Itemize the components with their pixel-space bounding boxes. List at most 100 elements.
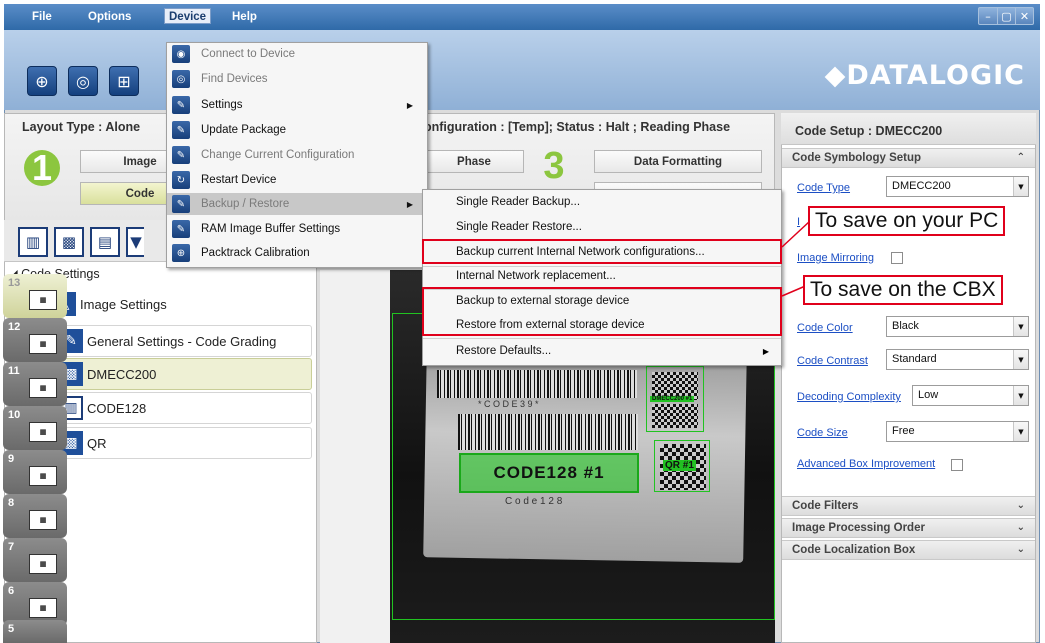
section-label: Code Localization Box bbox=[792, 544, 916, 556]
data-formatting-button[interactable]: Data Formatting bbox=[594, 150, 762, 173]
select-value: DMECC200 bbox=[892, 180, 951, 192]
code-filters-section[interactable]: Code Filters ⌄ bbox=[782, 496, 1035, 516]
menu-item-settings[interactable]: ✎ Settings ▶ bbox=[167, 94, 427, 116]
thumbnail-icon: ▦ bbox=[29, 598, 57, 618]
code-color-link[interactable]: Code Color bbox=[797, 322, 853, 334]
code-size-link[interactable]: Code Size bbox=[797, 427, 848, 439]
menu-item-update-package[interactable]: ✎ Update Package bbox=[167, 119, 427, 141]
menu-file[interactable]: File bbox=[28, 9, 56, 25]
menu-item-connect-to-device[interactable]: ◉ Connect to Device bbox=[167, 43, 427, 65]
connect-icon: ◉ bbox=[172, 45, 190, 63]
chevron-down-icon: ⌄ bbox=[1016, 522, 1025, 533]
menu-item-label: RAM Image Buffer Settings bbox=[201, 223, 341, 235]
frame-thumbnail[interactable]: 12 ▦ bbox=[3, 318, 67, 362]
datalogic-logo: ◆DATALOGIC bbox=[824, 60, 1025, 91]
code-localization-box-section[interactable]: Code Localization Box ⌄ bbox=[782, 540, 1035, 560]
code128-result-box: CODE128 #1 bbox=[459, 453, 639, 493]
menu-item-change-configuration[interactable]: ✎ Change Current Configuration bbox=[167, 144, 427, 166]
dmecc-result-tag: DMECC200 #1 bbox=[650, 396, 695, 402]
tree-item-label: DMECC200 bbox=[87, 366, 157, 382]
phase-step-button[interactable]: Phase bbox=[424, 150, 524, 173]
tree-item-label: CODE128 bbox=[87, 400, 147, 416]
section-label: Code Symbology Setup bbox=[792, 152, 922, 164]
menu-options[interactable]: Options bbox=[84, 9, 135, 25]
menu-separator bbox=[423, 338, 781, 339]
frame-thumbnail[interactable]: 13 ▦ bbox=[3, 274, 67, 318]
menu-item-label: Find Devices bbox=[201, 73, 268, 85]
menu-item-single-reader-backup[interactable]: Single Reader Backup... bbox=[423, 192, 781, 214]
find-devices-icon: ◎ bbox=[172, 70, 190, 88]
network-icon[interactable]: ⊞ bbox=[109, 66, 139, 96]
tree-item-label: General Settings - Code Grading bbox=[87, 333, 277, 349]
menu-help[interactable]: Help bbox=[228, 9, 261, 25]
menu-item-label: Change Current Configuration bbox=[201, 149, 355, 161]
connect-icon[interactable]: ⊕ bbox=[27, 66, 57, 96]
tree-item-general-settings[interactable]: ✎ General Settings - Code Grading bbox=[56, 325, 312, 357]
restart-icon: ↻ bbox=[172, 171, 190, 189]
frame-thumbnail[interactable]: 8 ▦ bbox=[3, 494, 67, 538]
frame-number: 11 bbox=[8, 365, 20, 377]
frame-thumbnail[interactable]: 5 bbox=[3, 620, 67, 643]
datamatrix-code bbox=[652, 404, 698, 428]
wrench-icon: ✎ bbox=[172, 96, 190, 114]
menu-item-ram-image-buffer[interactable]: ✎ RAM Image Buffer Settings bbox=[167, 218, 427, 240]
barcode-icon[interactable]: ▥ bbox=[18, 227, 48, 257]
layout-type-label: Layout Type : Alone bbox=[22, 120, 141, 134]
menu-device[interactable]: Device bbox=[164, 8, 212, 24]
menu-item-label: Restart Device bbox=[201, 174, 277, 186]
step-3-badge: 3 bbox=[543, 144, 565, 187]
submenu-arrow-icon: ▶ bbox=[762, 347, 769, 356]
tree-item-image-settings[interactable]: ◭ Image Settings bbox=[50, 288, 312, 320]
minimize-icon[interactable]: – bbox=[979, 8, 997, 24]
decoding-complexity-select[interactable]: Low ▼ bbox=[912, 385, 1029, 406]
code-symbology-section[interactable]: Code Symbology Setup ⌃ bbox=[782, 148, 1035, 168]
frame-thumbnail[interactable]: 7 ▦ bbox=[3, 538, 67, 582]
thumbnail-icon: ▦ bbox=[29, 290, 57, 310]
advanced-box-link[interactable]: Advanced Box Improvement bbox=[797, 458, 935, 470]
menubar: File Options Device Help – ▢ ✕ bbox=[4, 4, 1040, 30]
thumbnail-icon: ▦ bbox=[29, 334, 57, 354]
close-icon[interactable]: ✕ bbox=[1015, 8, 1033, 24]
menu-item-packtrack-calibration[interactable]: ⊕ Packtrack Calibration bbox=[167, 242, 427, 264]
image-processing-order-section[interactable]: Image Processing Order ⌄ bbox=[782, 518, 1035, 538]
menu-item-find-devices[interactable]: ◎ Find Devices bbox=[167, 68, 427, 90]
menu-item-label: Backup / Restore bbox=[201, 198, 290, 210]
callout-save-on-pc: To save on your PC bbox=[808, 206, 1006, 236]
filter-icon[interactable]: ▼ bbox=[126, 227, 144, 257]
select-value: Low bbox=[918, 389, 939, 401]
decoding-complexity-link[interactable]: Decoding Complexity bbox=[797, 391, 901, 403]
frame-number: 12 bbox=[8, 321, 21, 333]
image-mirroring-checkbox[interactable] bbox=[891, 252, 903, 264]
menu-item-restore-defaults[interactable]: Restore Defaults... bbox=[423, 341, 781, 363]
tree-item-qr[interactable]: ▩ QR bbox=[56, 427, 312, 459]
code-contrast-link[interactable]: Code Contrast bbox=[797, 355, 868, 367]
code-type-select[interactable]: DMECC200 ▼ bbox=[886, 176, 1029, 197]
menu-item-backup-restore[interactable]: ✎ Backup / Restore ▶ bbox=[167, 193, 427, 215]
datamatrix-icon[interactable]: ▩ bbox=[54, 227, 84, 257]
tree-item-code128[interactable]: ▥ CODE128 bbox=[56, 392, 312, 424]
config-status-label: onfiguration : [Temp]; Status : Halt ; R… bbox=[424, 120, 731, 134]
code-size-select[interactable]: Free ▼ bbox=[886, 421, 1029, 442]
chevron-down-icon: ▼ bbox=[1013, 386, 1028, 405]
find-devices-icon[interactable]: ◎ bbox=[68, 66, 98, 96]
menu-item-restart-device[interactable]: ↻ Restart Device bbox=[167, 169, 427, 191]
menu-item-single-reader-restore[interactable]: Single Reader Restore... bbox=[423, 217, 781, 239]
menu-item-internal-network-replacement[interactable]: Internal Network replacement... bbox=[423, 266, 781, 288]
advanced-box-checkbox[interactable] bbox=[951, 459, 963, 471]
postal-code-icon[interactable]: ▤ bbox=[90, 227, 120, 257]
menu-item-label: Update Package bbox=[201, 124, 287, 136]
code128-barcode bbox=[458, 414, 638, 450]
code-color-select[interactable]: Black ▼ bbox=[886, 316, 1029, 337]
thumbnail-icon: ▦ bbox=[29, 510, 57, 530]
code-type-link[interactable]: Code Type bbox=[797, 182, 850, 194]
maximize-icon[interactable]: ▢ bbox=[997, 8, 1015, 24]
tree-item-dmecc200[interactable]: ▩ DMECC200 bbox=[56, 358, 312, 390]
device-menu: ◉ Connect to Device ◎ Find Devices ✎ Settin… bbox=[166, 42, 428, 268]
submenu-arrow-icon: ▶ bbox=[406, 199, 413, 209]
chevron-down-icon: ▼ bbox=[1013, 422, 1028, 441]
code-contrast-select[interactable]: Standard ▼ bbox=[886, 349, 1029, 370]
frame-thumbnail[interactable]: 11 ▦ bbox=[3, 362, 67, 406]
frame-number: 9 bbox=[8, 453, 15, 465]
frame-thumbnail[interactable]: 10 ▦ bbox=[3, 406, 67, 450]
frame-thumbnail[interactable]: 9 ▦ bbox=[3, 450, 67, 494]
